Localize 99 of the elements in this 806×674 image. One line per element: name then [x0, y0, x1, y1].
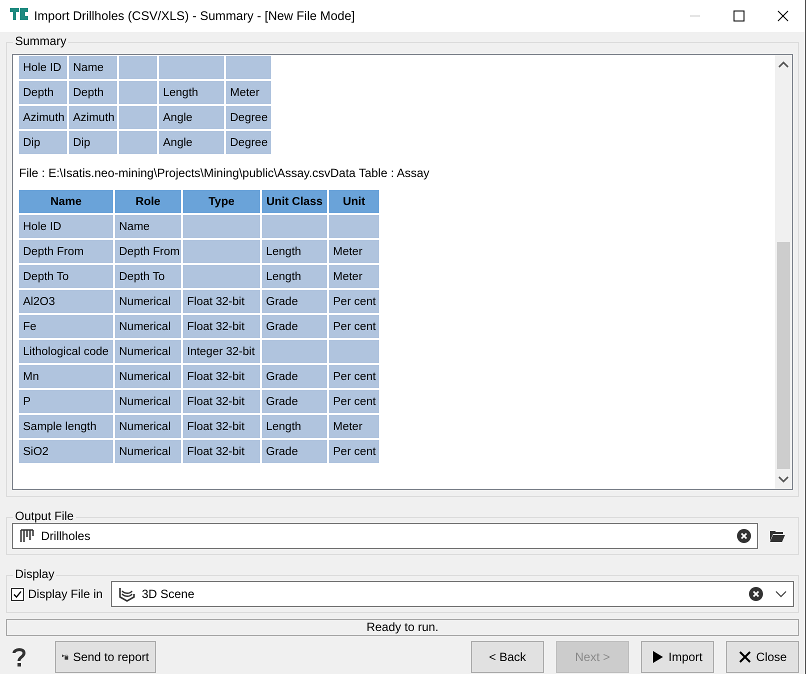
group-label: Display — [13, 567, 56, 581]
send-to-report-button[interactable]: Send to report — [55, 641, 156, 673]
table-cell: Meter — [226, 81, 271, 104]
table-cell: Meter — [329, 415, 379, 438]
scroll-up-icon[interactable] — [778, 61, 789, 69]
help-icon[interactable] — [11, 646, 27, 668]
table-cell: Dip — [19, 131, 67, 154]
clear-icon[interactable] — [737, 529, 751, 543]
table-cell: Depth — [69, 81, 117, 104]
table-cell: Float 32-bit — [183, 390, 260, 413]
table-cell: Degree — [226, 106, 271, 129]
status-bar: Ready to run. — [6, 619, 799, 636]
checkmark-icon — [13, 590, 22, 598]
table-cell — [119, 56, 157, 79]
table-cell: Float 32-bit — [183, 415, 260, 438]
file-path-text: File : E:\Isatis.neo-mining\Projects\Mining\public\Assay.csvData Table : Assay — [19, 166, 430, 180]
table-cell: Per cent — [329, 290, 379, 313]
table-cell: SiO2 — [19, 440, 113, 463]
drillholes-icon — [19, 528, 35, 544]
column-header: Role — [115, 190, 181, 213]
play-icon — [652, 650, 664, 664]
table-cell: P — [19, 390, 113, 413]
table-cell: Hole ID — [19, 215, 113, 238]
table-cell: Numerical — [115, 290, 181, 313]
table-cell: Meter — [329, 265, 379, 288]
scroll-down-icon[interactable] — [778, 475, 789, 483]
column-header: Unit Class — [262, 190, 327, 213]
table-cell: Mn — [19, 365, 113, 388]
back-button[interactable]: < Back — [471, 641, 544, 673]
maximize-icon[interactable] — [733, 10, 745, 22]
table-cell — [262, 340, 327, 363]
table-cell: Float 32-bit — [183, 365, 260, 388]
window-title: Import Drillholes (CSV/XLS) - Summary - [New File Mode] — [34, 9, 355, 23]
table-cell: Name — [69, 56, 117, 79]
table-cell: Numerical — [115, 315, 181, 338]
table-cell: Azimuth — [19, 106, 67, 129]
group-label: Summary — [13, 34, 68, 48]
table-cell — [119, 131, 157, 154]
table-cell: Lithological code — [19, 340, 113, 363]
table-cell: Float 32-bit — [183, 315, 260, 338]
scrollbar[interactable] — [775, 55, 792, 489]
close-icon — [738, 650, 752, 664]
table-cell: Depth To — [19, 265, 113, 288]
close-icon[interactable] — [777, 10, 789, 22]
table-cell: Name — [115, 215, 181, 238]
close-button[interactable]: Close — [726, 641, 799, 673]
folder-icon[interactable] — [770, 530, 785, 542]
table-cell: Numerical — [115, 415, 181, 438]
table-cell: Numerical — [115, 440, 181, 463]
table-cell: Azimuth — [69, 106, 117, 129]
table-cell: Per cent — [329, 440, 379, 463]
scene-icon — [118, 586, 136, 602]
table-cell: Length — [262, 240, 327, 263]
table-cell — [159, 56, 224, 79]
column-header: Unit — [329, 190, 379, 213]
table-cell: Fe — [19, 315, 113, 338]
table-cell — [119, 81, 157, 104]
table-cell: Depth — [19, 81, 67, 104]
table-cell: Grade — [262, 290, 327, 313]
clear-icon[interactable] — [749, 587, 763, 601]
table-cell: Hole ID — [19, 56, 67, 79]
table-cell: Grade — [262, 315, 327, 338]
table-cell: Length — [159, 81, 224, 104]
table-cell — [262, 215, 327, 238]
table-cell: Al2O3 — [19, 290, 113, 313]
table-cell: Numerical — [115, 340, 181, 363]
table-cell: Meter — [329, 240, 379, 263]
table-cell — [119, 106, 157, 129]
output-file-field[interactable]: Drillholes — [12, 523, 758, 549]
table-cell: Grade — [262, 440, 327, 463]
table-cell: Float 32-bit — [183, 440, 260, 463]
table-cell: Dip — [69, 131, 117, 154]
table-cell: Integer 32-bit — [183, 340, 260, 363]
display-file-checkbox[interactable]: Display File in — [11, 587, 103, 601]
table-cell: Angle — [159, 131, 224, 154]
table-cell — [329, 215, 379, 238]
table-cell: Grade — [262, 390, 327, 413]
import-button[interactable]: Import — [641, 641, 714, 673]
table-cell: Length — [262, 415, 327, 438]
table-cell: Per cent — [329, 390, 379, 413]
table-cell: Per cent — [329, 315, 379, 338]
table-cell: Grade — [262, 365, 327, 388]
group-label: Output File — [13, 509, 76, 523]
table-cell — [226, 56, 271, 79]
scene-dropdown[interactable]: 3D Scene — [110, 581, 794, 607]
table-cell: Depth From — [19, 240, 113, 263]
table-cell — [329, 340, 379, 363]
table-cell: Numerical — [115, 390, 181, 413]
table-cell: Sample length — [19, 415, 113, 438]
column-header: Type — [183, 190, 260, 213]
table-cell: Depth To — [115, 265, 181, 288]
table-cell: Numerical — [115, 365, 181, 388]
table-cell: Float 32-bit — [183, 290, 260, 313]
table-cell: Angle — [159, 106, 224, 129]
table-cell: Per cent — [329, 365, 379, 388]
table-cell: Degree — [226, 131, 271, 154]
table-cell: Depth From — [115, 240, 181, 263]
table-cell: Length — [262, 265, 327, 288]
column-header: Name — [19, 190, 113, 213]
